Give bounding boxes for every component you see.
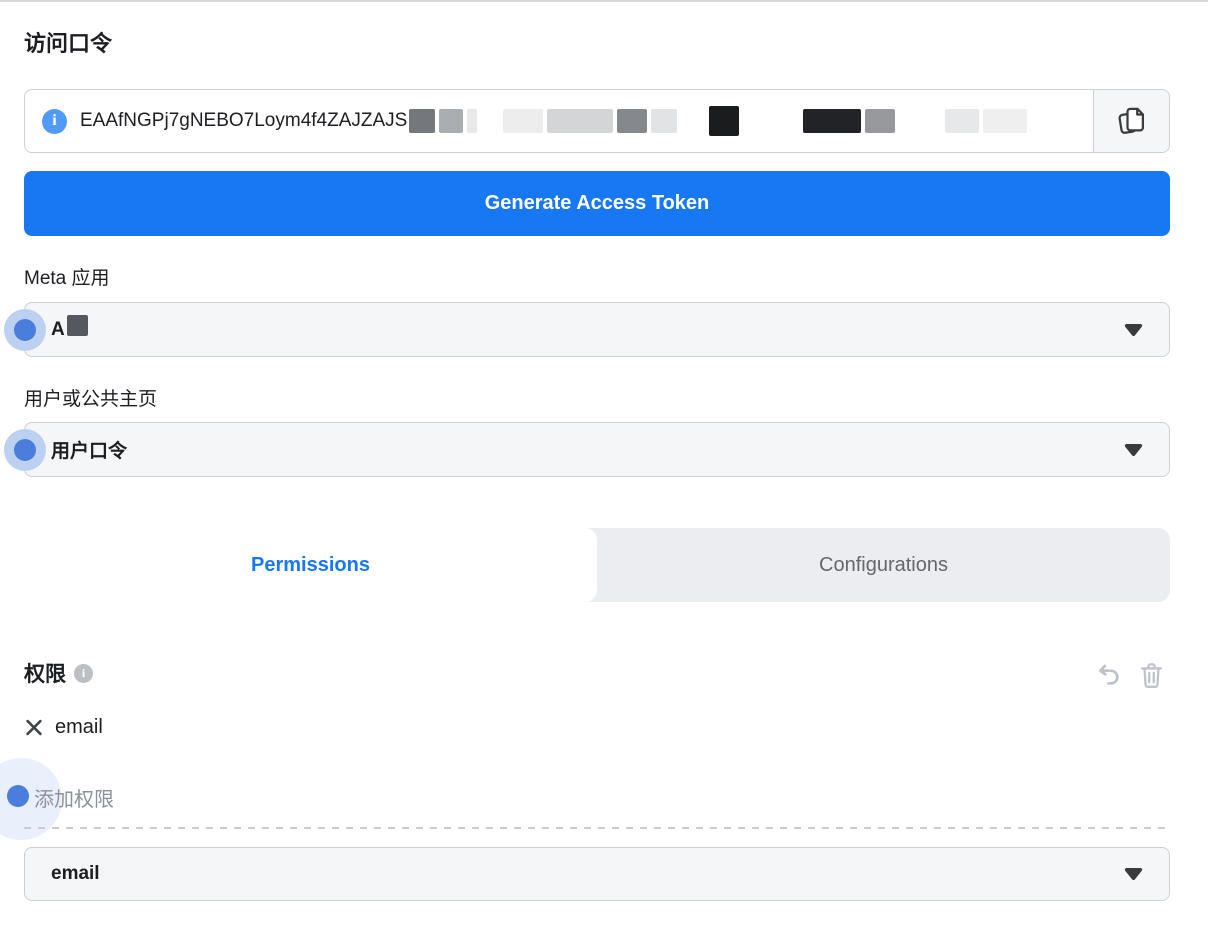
tab-permissions[interactable]: Permissions: [24, 528, 597, 602]
remove-permission-button[interactable]: [24, 718, 44, 738]
generate-access-token-button[interactable]: Generate Access Token: [24, 171, 1170, 236]
permissions-configurations-tabbar: Permissions Configurations: [24, 528, 1170, 602]
selection-dot-icon: [14, 319, 36, 341]
redacted-block: [467, 109, 477, 133]
token-visible-text: EAAfNGPj7gNEBO7Loym4f4ZAJZAJS: [80, 110, 407, 132]
dashed-divider: [24, 827, 1170, 829]
clear-permissions-button[interactable]: [1138, 662, 1164, 688]
redacted-block: [617, 109, 647, 133]
access-token-panel: 访问口令 i EAAfNGPj7gNEBO7Loym4f4ZAJZAJS: [0, 0, 1208, 928]
redacted-block: [547, 109, 613, 133]
selection-dot-icon: [7, 785, 29, 807]
page-title: 访问口令: [24, 26, 112, 58]
chevron-down-icon: [1123, 443, 1144, 457]
trash-icon: [1139, 662, 1164, 689]
access-token-value[interactable]: EAAfNGPj7gNEBO7Loym4f4ZAJZAJS: [80, 106, 1169, 136]
top-divider: [0, 0, 1208, 2]
undo-permissions-button[interactable]: [1096, 662, 1122, 688]
redacted-block: [67, 315, 88, 336]
redacted-block: [983, 109, 1027, 133]
permission-item-label: email: [55, 716, 103, 739]
redacted-block: [439, 109, 463, 133]
redacted-block: [803, 109, 861, 133]
user-or-page-label: 用户或公共主页: [24, 384, 157, 411]
redacted-block: [651, 109, 677, 133]
info-icon[interactable]: i: [42, 109, 67, 134]
redacted-block: [945, 109, 979, 133]
selection-dot-icon: [14, 439, 36, 461]
access-token-field[interactable]: i EAAfNGPj7gNEBO7Loym4f4ZAJZAJS: [24, 89, 1170, 153]
redacted-block: [409, 109, 435, 133]
permission-picker-dropdown[interactable]: email: [24, 847, 1170, 901]
permission-picker-value: email: [51, 863, 100, 885]
copy-icon: [1117, 105, 1147, 137]
info-icon[interactable]: i: [74, 664, 93, 683]
tab-configurations[interactable]: Configurations: [597, 528, 1170, 602]
meta-app-label: Meta 应用: [24, 263, 110, 290]
add-permission-placeholder: 添加权限: [34, 783, 114, 812]
meta-app-dropdown[interactable]: A: [24, 302, 1170, 357]
meta-app-value: A: [51, 319, 65, 341]
permissions-heading: 权限: [24, 658, 66, 688]
undo-icon: [1096, 662, 1122, 688]
chevron-down-icon: [1123, 867, 1144, 881]
add-permission-input[interactable]: 添加权限: [24, 770, 1170, 826]
redacted-block: [709, 106, 739, 136]
redacted-block: [503, 109, 543, 133]
chevron-down-icon: [1123, 323, 1144, 337]
close-icon: [24, 717, 44, 738]
copy-token-button[interactable]: [1093, 90, 1169, 152]
user-or-page-value: 用户口令: [51, 436, 127, 463]
permission-item-email: email: [24, 716, 103, 739]
user-or-page-dropdown[interactable]: 用户口令: [24, 422, 1170, 477]
redacted-block: [865, 109, 895, 133]
